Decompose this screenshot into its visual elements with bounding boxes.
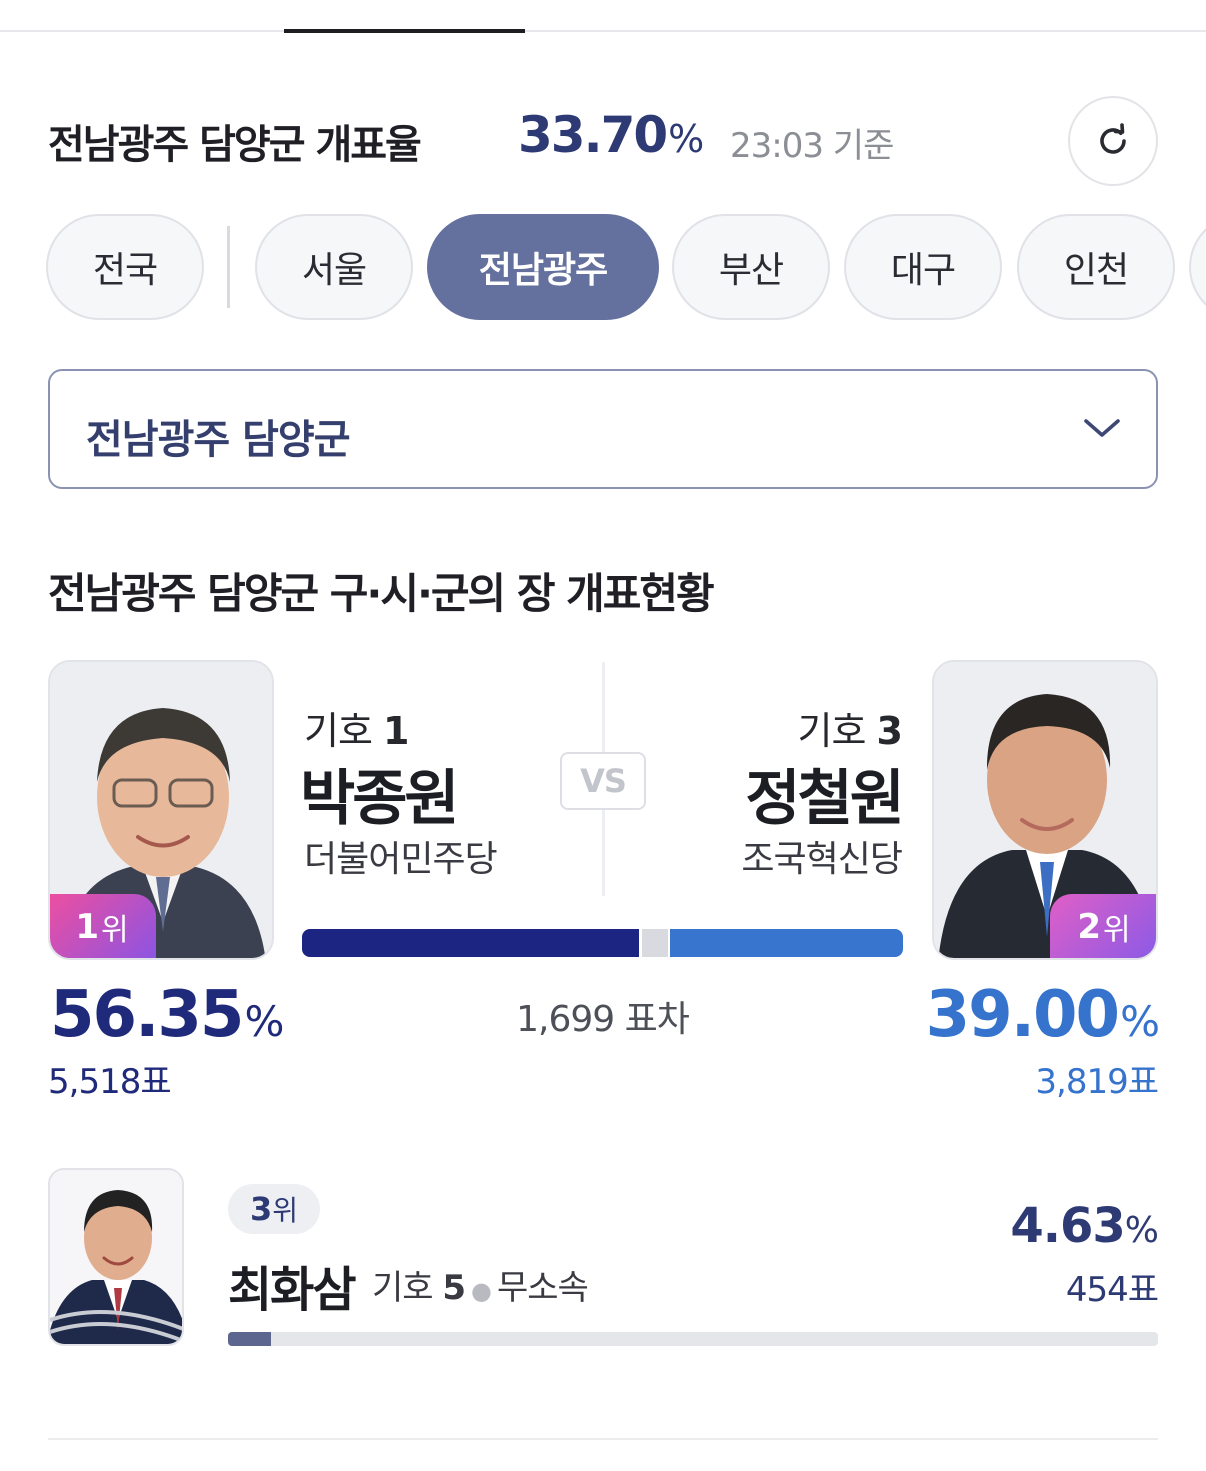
chevron-down-icon (1084, 419, 1120, 437)
district-select[interactable]: 전남광주 담양군 (48, 369, 1158, 489)
candidate-1-pct-value: 56.35 (50, 978, 244, 1052)
candidate-3-pct-value: 4.63 (1010, 1198, 1125, 1254)
rank-3-unit: 위 (272, 1194, 299, 1227)
candidate-2-name: 정철원 (745, 764, 905, 834)
candidate-1-number: 기호 1 (304, 700, 409, 755)
vote-share-bar (302, 929, 903, 957)
count-rate-unit: % (668, 117, 704, 161)
rank-3-badge: 3위 (228, 1184, 320, 1234)
vote-share-bar-others (642, 929, 668, 957)
candidate-3-votes: 454표 (1065, 1270, 1159, 1310)
top-tab-divider (0, 30, 1206, 32)
candidate-1-pct-unit: % (244, 997, 284, 1046)
district-select-value: 전남광주 담양군 (86, 417, 351, 463)
candidate-3-name: 최화삼 (228, 1262, 356, 1318)
candidate-2-pct-value: 39.00 (925, 978, 1120, 1052)
region-chip-next[interactable] (1189, 214, 1206, 320)
candidate-2-number: 기호 3 (797, 700, 903, 755)
candidate-1-number-value: 1 (383, 709, 409, 753)
candidate-2-percentage: 39.00% (925, 978, 1160, 1052)
rank-2-unit: 위 (1103, 913, 1131, 948)
candidate-3-party: 무소속 (497, 1268, 589, 1308)
candidate-3-photo (48, 1168, 184, 1346)
region-chip-incheon[interactable]: 인천 (1017, 214, 1175, 320)
section-title: 전남광주 담양군 구·시·군의 장 개표현황 (48, 569, 715, 618)
candidate-2-number-label: 기호 (797, 709, 867, 753)
rank-2-badge: 2위 (1050, 894, 1156, 958)
rank-1-unit: 위 (101, 913, 129, 948)
count-rate-value: 33.70% (518, 106, 704, 164)
candidate-3-number-value: 5 (442, 1268, 466, 1308)
region-chip-jeonnam-gwangju[interactable]: 전남광주 (427, 214, 659, 320)
vote-margin: 1,699 표차 (516, 999, 690, 1040)
region-chip-daegu[interactable]: 대구 (844, 214, 1002, 320)
vs-badge: VS (560, 752, 646, 810)
candidate-3-share-bar-fill (228, 1332, 272, 1346)
active-tab-indicator (284, 29, 525, 33)
refresh-icon (1100, 123, 1126, 154)
candidate-1-name: 박종원 (300, 764, 460, 834)
count-rate-title: 전남광주 담양군 개표율 (48, 122, 422, 168)
candidate-2-number-value: 3 (876, 709, 903, 753)
rank-3-number: 3 (249, 1190, 273, 1228)
region-chip-seoul[interactable]: 서울 (255, 214, 413, 320)
candidate-3-share-bar (228, 1332, 1158, 1346)
candidate-2-photo: 2위 (932, 660, 1158, 960)
refresh-button[interactable] (1068, 96, 1158, 186)
candidate-1-photo: 1위 (48, 660, 274, 960)
candidate-3-meta: 기호 5 ● 무소속 (372, 1260, 589, 1309)
rank-1-number: 1 (75, 907, 100, 947)
region-tabs: 전국 서울 전남광주 부산 대구 인천 (46, 212, 1206, 322)
count-rate-timestamp: 23:03 기준 (730, 126, 894, 166)
candidate-1-number-label: 기호 (304, 709, 373, 753)
vote-share-bar-first (302, 929, 639, 957)
candidate-1-party: 더불어민주당 (304, 839, 498, 880)
candidate-1-votes: 5,518표 (48, 1062, 172, 1102)
candidate-2-party: 조국혁신당 (741, 839, 903, 880)
vote-share-bar-second (670, 929, 903, 957)
candidate-3-pct-unit: % (1124, 1210, 1159, 1251)
rank-1-badge: 1위 (50, 894, 156, 958)
region-chip-national[interactable]: 전국 (46, 214, 204, 320)
candidate-3-portrait (50, 1170, 182, 1344)
count-rate-number: 33.70 (518, 106, 668, 164)
region-chip-divider (227, 226, 230, 308)
candidate-1-percentage: 56.35% (50, 978, 284, 1052)
candidate-3-number-label: 기호 (372, 1268, 434, 1308)
meta-separator-dot: ● (471, 1277, 492, 1305)
section-bottom-divider (48, 1438, 1158, 1440)
region-chip-busan[interactable]: 부산 (672, 214, 830, 320)
candidate-3-percentage: 4.63% (1010, 1198, 1159, 1254)
count-rate-header: 전남광주 담양군 개표율 33.70% 23:03 기준 (48, 96, 1158, 186)
candidate-2-votes: 3,819표 (1035, 1062, 1159, 1102)
rank-2-number: 2 (1077, 907, 1102, 947)
candidate-2-pct-unit: % (1120, 997, 1160, 1046)
